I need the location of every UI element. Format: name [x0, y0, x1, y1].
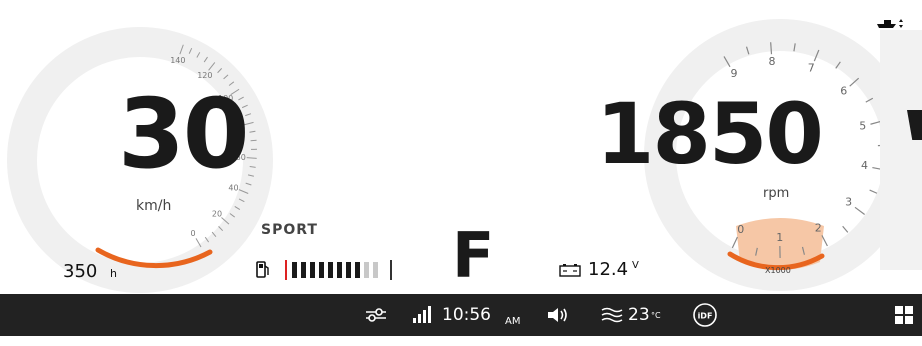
rpm-tick-label: 0	[737, 223, 744, 236]
battery-icon	[559, 263, 581, 277]
rpm-tick-label: 3	[845, 196, 852, 209]
rpm-tick-label: 1	[776, 231, 783, 244]
settings-sliders-button[interactable]	[364, 294, 388, 336]
fuel-segment	[319, 262, 324, 278]
drive-mode-label: SPORT	[261, 222, 318, 238]
speed-tick-label: 0	[190, 229, 195, 238]
rpm-tick	[843, 226, 848, 232]
rpm-multiplier: X1000	[765, 266, 791, 275]
fuel-segment	[355, 262, 360, 278]
water-temperature-icon	[601, 294, 623, 336]
status-bar: 10:56 AM 23 °C iDF	[0, 294, 922, 336]
fuel-segment	[337, 262, 342, 278]
battery-voltage-unit: V	[632, 260, 639, 271]
volume-button[interactable]	[546, 294, 570, 336]
rpm-tick	[855, 207, 865, 214]
fuel-segment	[373, 262, 378, 278]
rpm-tick-label: 2	[815, 221, 822, 234]
fuel-segment	[364, 262, 369, 278]
clock-time: 10:56	[442, 294, 491, 336]
fuel-segment	[292, 262, 297, 278]
speed-value: 30	[118, 86, 248, 182]
svg-text:iDF: iDF	[698, 312, 713, 321]
rpm-tick-label: 5	[859, 119, 866, 132]
rpm-tick-label: 9	[731, 67, 738, 80]
clock-ampm: AM	[505, 294, 520, 342]
speed-tick-label: 140	[170, 56, 185, 65]
engine-hours-value: 350	[63, 261, 97, 282]
grid-icon	[894, 305, 914, 325]
signal-strength-icon	[412, 294, 434, 336]
rpm-value: 1850	[596, 92, 822, 176]
rpm-tick-label: 7	[808, 62, 815, 75]
idf-icon: iDF	[692, 302, 718, 328]
speed-unit: km/h	[136, 198, 171, 214]
speaker-icon	[546, 306, 570, 324]
rpm-tick-label: 4	[861, 159, 868, 172]
rpm-tick-label: 8	[769, 55, 776, 68]
rpm-tick	[771, 42, 772, 54]
gear-indicator: F	[452, 225, 494, 287]
fuel-pump-icon	[256, 260, 270, 278]
engine-hours-unit: h	[110, 267, 117, 280]
fuel-segment	[310, 262, 315, 278]
sliders-icon	[364, 307, 388, 323]
battery-voltage-value: 12.4	[588, 259, 628, 280]
idf-button[interactable]: iDF	[692, 294, 718, 336]
fuel-segment	[346, 262, 351, 278]
boat-trim-icon	[876, 16, 906, 30]
water-temperature-unit: °C	[651, 294, 661, 346]
rpm-tick	[870, 190, 877, 193]
fuel-segment	[328, 262, 333, 278]
rpm-tick	[732, 237, 737, 248]
instrument-cluster: 020406080100120140 0123456789 30 km/h 18…	[0, 0, 922, 294]
side-panel-shade	[880, 30, 922, 270]
speed-tick-label: 20	[212, 210, 222, 219]
water-temperature-value: 23	[628, 294, 650, 336]
apps-menu-button[interactable]	[894, 294, 914, 336]
fuel-level-gauge	[283, 258, 395, 282]
fuel-segment	[301, 262, 306, 278]
rpm-unit: rpm	[763, 186, 789, 201]
rpm-tick-label: 6	[840, 84, 847, 97]
speed-tick	[251, 140, 257, 141]
rpm-tick	[822, 235, 827, 246]
